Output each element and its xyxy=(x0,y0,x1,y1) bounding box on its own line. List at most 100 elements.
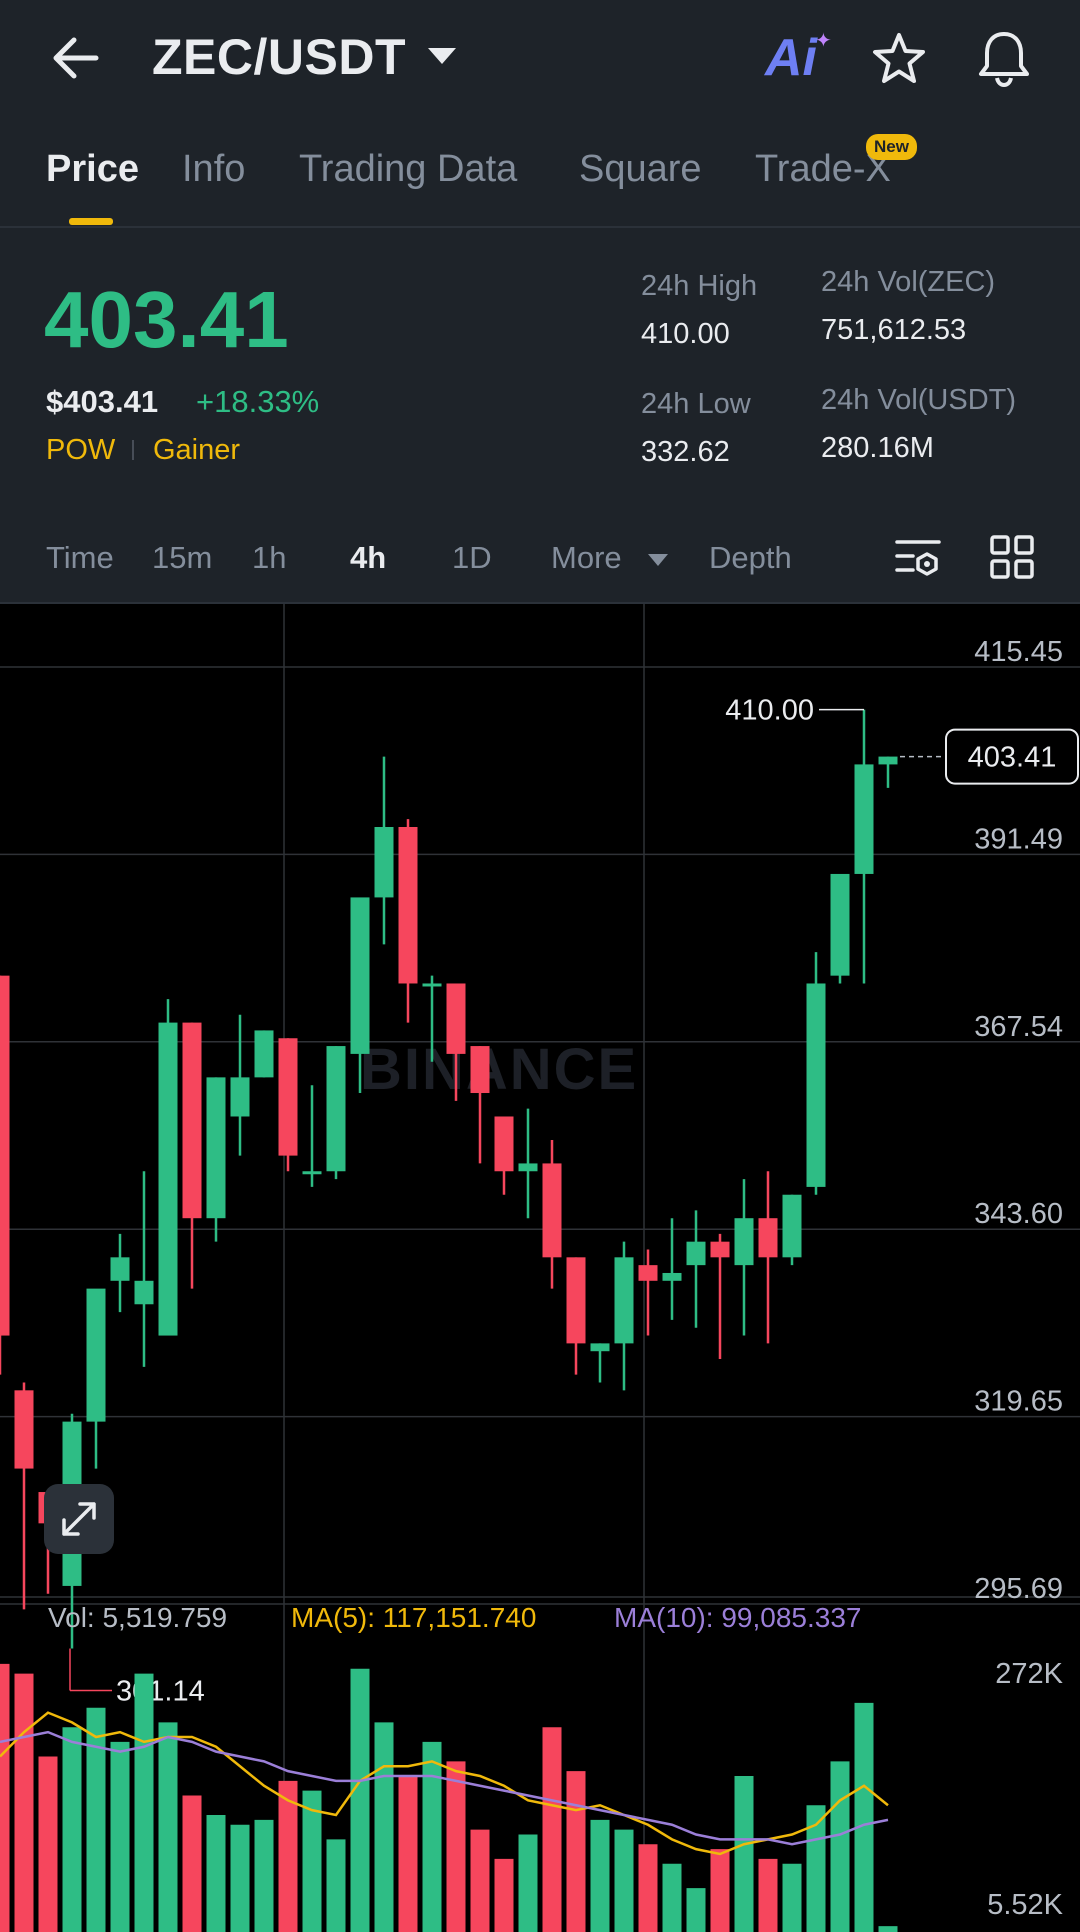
depth-tab[interactable]: Depth xyxy=(709,540,792,576)
timeframe-more[interactable]: More xyxy=(551,540,622,576)
high-label: 24h High xyxy=(641,270,758,302)
vol-quote-value: 280.16M xyxy=(821,432,934,464)
candle-body xyxy=(662,1272,682,1281)
candle-body xyxy=(182,1022,202,1219)
volume-axis-label: 272K xyxy=(995,1658,1063,1690)
volume-legend: Vol: 5,519.759 MA(5): 117,151.740 MA(10)… xyxy=(0,1598,1080,1644)
candle-body xyxy=(734,1218,754,1266)
volume-bar xyxy=(446,1761,466,1932)
volume-bar xyxy=(0,1663,10,1932)
price-change-percent: +18.33% xyxy=(196,384,320,419)
volume-bar xyxy=(86,1707,106,1932)
candle-body xyxy=(230,1077,250,1117)
candle-body xyxy=(302,1171,322,1175)
timeframe-1d[interactable]: 1D xyxy=(452,540,492,576)
candle-body xyxy=(782,1194,802,1258)
new-badge: New xyxy=(866,134,917,160)
high-value: 410.00 xyxy=(641,318,730,350)
star-icon[interactable] xyxy=(870,30,928,88)
candle-body xyxy=(638,1265,658,1281)
timeframe-15m[interactable]: 15m xyxy=(152,540,212,576)
volume-bar xyxy=(14,1673,34,1932)
volume-bar xyxy=(494,1858,514,1932)
candle-body xyxy=(518,1163,538,1172)
candle-body xyxy=(710,1241,730,1258)
caret-down-icon[interactable] xyxy=(648,554,668,566)
arrow-left-icon[interactable] xyxy=(46,30,106,86)
volume-bar xyxy=(542,1727,562,1932)
volume-bar xyxy=(854,1702,874,1932)
candle-body xyxy=(446,983,466,1054)
expand-icon xyxy=(62,1502,96,1536)
volume-bar xyxy=(134,1673,154,1932)
tag-pow[interactable]: POW xyxy=(46,434,115,467)
candlestick-chart[interactable]: 415.45391.49367.54343.60319.65295.69410.… xyxy=(0,604,1080,1932)
candle-body xyxy=(14,1390,34,1469)
volume-bar xyxy=(782,1863,802,1932)
tab-square[interactable]: Square xyxy=(579,148,702,191)
candle-body xyxy=(758,1218,778,1258)
usd-price: $403.41 xyxy=(46,384,159,419)
candle-body xyxy=(566,1257,586,1344)
volume-bar xyxy=(38,1756,58,1932)
candle-body xyxy=(0,975,10,1336)
volume-ma5: MA(5): 117,151.740 xyxy=(291,1602,537,1633)
candle-body xyxy=(686,1241,706,1266)
volume-bar xyxy=(230,1824,250,1932)
price-axis-label: 319.65 xyxy=(974,1386,1063,1418)
candle-body xyxy=(590,1343,610,1352)
volume-bar xyxy=(158,1722,178,1932)
volume-bar xyxy=(350,1668,370,1932)
chevron-down-icon[interactable] xyxy=(428,48,456,64)
trading-pair-title[interactable]: ZEC/USDT xyxy=(152,28,406,86)
candle-body xyxy=(806,983,826,1187)
volume-bar xyxy=(590,1819,610,1932)
candle-body xyxy=(134,1280,154,1305)
vol-quote-label: 24h Vol(USDT) xyxy=(821,384,1017,416)
candle-body xyxy=(854,764,874,874)
grid-layout-icon[interactable] xyxy=(990,534,1034,580)
bell-icon[interactable] xyxy=(975,28,1033,88)
tab-info[interactable]: Info xyxy=(182,148,245,191)
candle-body xyxy=(278,1038,298,1156)
volume-bar xyxy=(878,1926,898,1932)
volume-bar xyxy=(326,1839,346,1932)
volume-bar xyxy=(566,1771,586,1932)
timeframe-bar: Time 15m 1h 4h 1D More Depth xyxy=(0,522,1080,604)
candle-body xyxy=(350,897,370,1054)
timeframe-1h[interactable]: 1h xyxy=(252,540,286,576)
volume-ma10-line xyxy=(0,1730,889,1846)
volume-bar xyxy=(62,1727,82,1932)
volume-bar xyxy=(518,1834,538,1932)
last-price: 403.41 xyxy=(44,275,289,364)
top-bar: ZEC/USDT Ai ✦ xyxy=(0,0,1080,118)
volume-bar xyxy=(206,1815,226,1932)
tab-trading-data[interactable]: Trading Data xyxy=(299,148,517,191)
ai-assistant-icon[interactable]: Ai xyxy=(765,28,817,88)
vol-base-value: 751,612.53 xyxy=(821,314,967,346)
chart-settings-icon[interactable] xyxy=(895,536,941,580)
low-marker-label: 301.14 xyxy=(116,1676,205,1708)
tag-gainer[interactable]: Gainer xyxy=(153,434,240,467)
timeframe-time[interactable]: Time xyxy=(46,540,114,576)
volume-bar xyxy=(638,1844,658,1932)
tag-divider xyxy=(132,440,134,460)
candle-body xyxy=(878,756,898,765)
vol-base-label: 24h Vol(ZEC) xyxy=(821,266,996,298)
low-value: 332.62 xyxy=(641,436,730,468)
volume-bar xyxy=(398,1776,418,1932)
candle-body xyxy=(470,1046,490,1094)
volume-axis-label: 5.52K xyxy=(987,1889,1063,1921)
fullscreen-button[interactable] xyxy=(44,1484,114,1554)
price-axis-label: 391.49 xyxy=(974,823,1063,855)
candle-body xyxy=(542,1163,562,1258)
tab-price[interactable]: Price xyxy=(46,148,139,191)
volume-bar xyxy=(254,1819,274,1932)
sparkle-icon: ✦ xyxy=(815,30,832,52)
volume-bar xyxy=(614,1829,634,1932)
low-label: 24h Low xyxy=(641,388,751,420)
timeframe-4h[interactable]: 4h xyxy=(350,540,386,576)
volume-bar xyxy=(710,1849,730,1932)
current-price-tag-label: 403.41 xyxy=(968,742,1057,774)
volume-bar xyxy=(110,1741,130,1932)
